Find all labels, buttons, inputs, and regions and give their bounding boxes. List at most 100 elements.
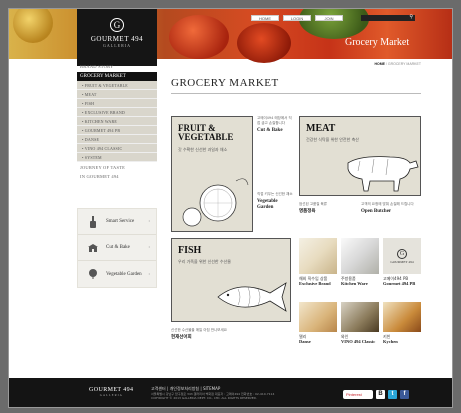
kychen-tile[interactable]: 키친 Kychen xyxy=(383,302,421,352)
sidebar-subitem[interactable]: • FISH xyxy=(77,99,157,108)
caption-en: Kitchen Ware xyxy=(341,281,368,286)
chevron-right-icon: › xyxy=(148,271,150,277)
plant-icon xyxy=(88,268,98,280)
fruit-vegetable-heading: FRUIT & VEGETABLE xyxy=(178,123,234,142)
sidebar-subitem[interactable]: • MEAT xyxy=(77,90,157,99)
fish-tile[interactable]: FISH 우리 가족을 위한 신선한 수산물 xyxy=(171,238,291,322)
logo-name: GOURMET 494 xyxy=(90,35,144,43)
top-nav-home[interactable]: HOME xyxy=(251,15,279,21)
fruit-vegetable-desc: 갓 수확한 신선한 과일과 채소 xyxy=(178,147,228,152)
sidebar-item-brand-story[interactable]: BRAND STORY xyxy=(77,62,157,71)
meat-premium-label: 명품정육 xyxy=(299,208,316,214)
sidebar-subitem[interactable]: • SYSTEM xyxy=(77,153,157,162)
vino-image xyxy=(341,302,379,332)
sidebar-item-grocery-market[interactable]: GROCERY MARKET xyxy=(77,72,157,81)
sidebar-subitem[interactable]: • DANSE xyxy=(77,135,157,144)
exclusive-brand-caption: 해외 직수입 상품 Exclusive Brand xyxy=(299,276,337,286)
top-nav: HOME LOGIN JOIN xyxy=(251,15,343,21)
quick-link-vegetable-garden[interactable]: Vegetable Garden › xyxy=(78,261,156,287)
open-butcher-tile[interactable]: 고객의 요청에 맞춰 손질해 드립니다 Open Butcher xyxy=(361,202,421,232)
store-icon xyxy=(88,242,98,254)
sidebar-subitem[interactable]: • VINO 494 CLASSIC xyxy=(77,144,157,153)
footer-address: 서울특별시 강남구 압구정로 343 갤러리아 백화점 대표자 : 고메이494… xyxy=(151,392,274,400)
search-icon[interactable]: ⚲ xyxy=(409,14,413,20)
top-nav-login[interactable]: LOGIN xyxy=(283,15,311,21)
top-nav-join[interactable]: JOIN xyxy=(315,15,343,21)
facebook-icon[interactable]: f xyxy=(400,390,409,399)
quick-link-label: Cut & Bake xyxy=(106,245,130,250)
hero-title: Grocery Market xyxy=(345,37,410,48)
meat-premium-desc: 엄선된 고품질 육류 xyxy=(299,202,327,206)
cut-bake-label: Cut & Bake xyxy=(257,128,283,133)
pinterest-button[interactable]: Pinterest xyxy=(343,390,373,399)
kitchen-ware-caption: 주방용품 Kitchen Ware xyxy=(341,276,379,286)
page: HOME LOGIN JOIN ⚲ Grocery Market G GOURM… xyxy=(0,0,461,413)
fruit-vegetable-tile[interactable]: FRUIT & VEGETABLE 갓 수확한 신선한 과일과 채소 xyxy=(171,116,253,232)
gourmet-pb-tile[interactable]: G GOURMET 494 고메이494 PB Gourmet 494 PB xyxy=(383,238,421,296)
kychen-caption: 키친 Kychen xyxy=(383,334,421,344)
exclusive-brand-image xyxy=(299,238,337,274)
gourmet-pb-logo-mark: G xyxy=(397,248,407,259)
breadcrumb: HOME / GROCERY MARKET xyxy=(374,62,421,66)
breadcrumb-current: GROCERY MARKET xyxy=(387,62,421,66)
cut-bake-desc: 고메이494 매장에서 직접 굽고 손질합니다 xyxy=(257,116,292,125)
sidebar-subitem[interactable]: • FRUIT & VEGETABLE xyxy=(77,81,157,90)
page-title: GROCERY MARKET xyxy=(171,77,279,89)
sidebar-item-journey[interactable]: JOURNEY OF TASTE xyxy=(77,162,157,172)
caption-en: Danse xyxy=(299,339,311,344)
blog-icon[interactable]: B xyxy=(376,390,385,399)
meat-tile[interactable]: MEAT 건강한 식탁을 위한 안전한 축산 xyxy=(299,116,421,196)
social-links: Pinterest B t f xyxy=(343,390,409,399)
vino-tile[interactable]: 와인 VINO 494 Classic xyxy=(341,302,379,352)
vino-caption: 와인 VINO 494 Classic xyxy=(341,334,379,344)
search-input[interactable]: ⚲ xyxy=(361,15,415,21)
fish-note-label: 현재선어회 xyxy=(171,334,192,340)
chevron-right-icon: › xyxy=(148,245,150,250)
footer-copyright: COPYRIGHT © 2013 GALLERIA DEPT. CO., LTD… xyxy=(151,396,257,400)
meat-premium-tile[interactable]: 엄선된 고품질 육류 명품정육 xyxy=(299,202,355,232)
fish-note: 신선한 수산물을 매일 아침 만나보세요 현재선어회 xyxy=(171,328,295,348)
logo-sub: GALLERIA xyxy=(103,43,131,48)
hero-banner: HOME LOGIN JOIN ⚲ Grocery Market xyxy=(9,9,452,63)
sidebar-subitem[interactable]: • KITCHEN WARE xyxy=(77,117,157,126)
kychen-image xyxy=(383,302,421,332)
caption-en: Exclusive Brand xyxy=(299,281,331,286)
sidebar: BRAND STORY GROCERY MARKET • FRUIT & VEG… xyxy=(77,62,157,181)
caption-en: VINO 494 Classic xyxy=(341,339,376,344)
vegetable-garden-tile[interactable]: 직접 키우는 신선한 채소 Vegetable Garden xyxy=(257,192,295,232)
danse-caption: 델리 Danse xyxy=(299,334,337,344)
logo-mark: G xyxy=(110,18,124,32)
caption-en: Kychen xyxy=(383,339,398,344)
gourmet-pb-image: G GOURMET 494 xyxy=(383,238,421,274)
fish-illustration xyxy=(217,282,287,312)
hand-icon xyxy=(88,215,98,228)
footer-logo[interactable]: GOURMET 494 GALLERIA xyxy=(89,387,133,397)
quick-link-label: Smart Service xyxy=(106,219,135,224)
site-logo[interactable]: G GOURMET 494 GALLERIA xyxy=(77,9,157,66)
browser-viewport: HOME LOGIN JOIN ⚲ Grocery Market G GOURM… xyxy=(8,8,453,408)
sidebar-subitem[interactable]: • EXCLUSIVE BRAND xyxy=(77,108,157,117)
fish-heading: FISH xyxy=(178,245,202,256)
hero-tomato-image xyxy=(237,23,291,63)
meat-heading: MEAT xyxy=(306,123,336,134)
breadcrumb-home[interactable]: HOME xyxy=(374,62,385,66)
exclusive-brand-tile[interactable]: 해외 직수입 상품 Exclusive Brand xyxy=(299,238,337,296)
hero-tomato-image xyxy=(169,15,229,59)
gourmet-pb-logo-name: GOURMET 494 xyxy=(390,259,414,264)
cow-illustration xyxy=(347,156,419,192)
footer-logo-sub: GALLERIA xyxy=(99,393,123,397)
kitchen-ware-tile[interactable]: 주방용품 Kitchen Ware xyxy=(341,238,379,296)
gourmet-pb-caption: 고메이494 PB Gourmet 494 PB xyxy=(383,276,421,286)
quick-link-cut-bake[interactable]: Cut & Bake › xyxy=(78,235,156,261)
fish-note-desc: 신선한 수산물을 매일 아침 만나보세요 xyxy=(171,328,227,332)
sidebar-subitem[interactable]: • GOURMET 494 PB xyxy=(77,126,157,135)
sidebar-item-in-gourmet[interactable]: IN GOURMET 494 xyxy=(77,172,157,181)
open-butcher-desc: 고객의 요청에 맞춰 손질해 드립니다 xyxy=(361,202,414,206)
fruit-vegetable-illustration xyxy=(182,178,249,227)
cut-bake-tile[interactable]: 고메이494 매장에서 직접 굽고 손질합니다 Cut & Bake xyxy=(257,116,295,176)
vegetable-garden-label: Vegetable Garden xyxy=(257,198,278,210)
danse-tile[interactable]: 델리 Danse xyxy=(299,302,337,352)
danse-image xyxy=(299,302,337,332)
twitter-icon[interactable]: t xyxy=(388,390,397,399)
quick-link-smart-service[interactable]: Smart Service › xyxy=(78,209,156,235)
